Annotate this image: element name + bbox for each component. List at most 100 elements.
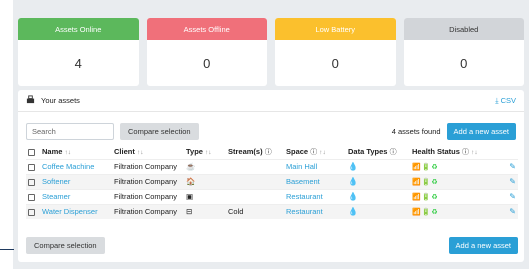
asset-client: Filtration Company (112, 158, 184, 174)
health-status-icons: 📶🔋♻ (410, 203, 498, 219)
home-icon: 🏠 (184, 173, 226, 189)
footer-compare-selection-button[interactable]: Compare selection (26, 237, 105, 254)
row-select-cell (26, 158, 40, 174)
sort-icon: ↑↓ (64, 149, 72, 157)
row-checkbox[interactable] (28, 193, 35, 201)
sort-icon: ↑↓ (205, 149, 212, 157)
water-drop-icon: 💧 (346, 188, 410, 204)
health-status-icons: 📶🔋♻ (410, 188, 498, 204)
stat-header: Disabled (403, 18, 524, 40)
col-name[interactable]: Name ↑↓ (40, 145, 112, 159)
col-health[interactable]: Health Status ⓘ ↑↓ (410, 145, 498, 159)
assets-panel-header: Your assets ⤓ CSV (18, 90, 524, 112)
assets-found-count: 4 assets found (391, 126, 441, 136)
health-status-icons: 📶🔋♻ (410, 173, 498, 189)
table-row: Steamer Filtration Company ▣ Restaurant … (26, 188, 518, 204)
stat-card-low-battery[interactable]: Low Battery 0 (275, 18, 396, 86)
water-drop-icon: 💧 (346, 173, 410, 189)
stat-value: 0 (460, 55, 468, 71)
footer-add-asset-button[interactable]: Add a new asset (448, 237, 518, 254)
col-health-label: Health Status (412, 146, 460, 156)
asset-name-link[interactable]: Water Dispenser (40, 203, 112, 219)
asset-stream (226, 188, 284, 204)
stat-card-offline[interactable]: Assets Offline 0 (146, 18, 267, 86)
health-status-icons: 📶🔋♻ (410, 158, 498, 174)
stat-value: 4 (74, 55, 82, 71)
steamer-icon: ▣ (184, 188, 226, 204)
col-data-types-label: Data Types (348, 146, 388, 156)
sort-icon: ↑↓ (319, 148, 326, 156)
col-space[interactable]: Space ⓘ ↑↓ (284, 145, 346, 159)
help-icon[interactable]: ⓘ (462, 149, 469, 156)
stat-card-online[interactable]: Assets Online 4 (18, 18, 139, 86)
col-name-label: Name (42, 147, 63, 157)
stat-header: Low Battery (275, 18, 396, 40)
col-type[interactable]: Type ↑↓ (184, 145, 226, 159)
col-streams-label: Stream(s) (228, 146, 263, 156)
csv-download-link[interactable]: ⤓ CSV (495, 96, 516, 106)
sidebar-edge (0, 249, 14, 250)
col-space-label: Space (286, 146, 309, 156)
asset-name-link[interactable]: Steamer (40, 188, 112, 204)
edit-icon[interactable]: ✎ (498, 158, 518, 174)
row-select-cell (26, 203, 40, 219)
asset-name-link[interactable]: Softener (40, 173, 112, 189)
add-asset-button[interactable]: Add a new asset (446, 122, 516, 140)
download-icon: ⤓ (495, 95, 499, 105)
stat-header: Assets Offline (146, 18, 267, 40)
status-summary: Assets Online 4 Assets Offline 0 Low Bat… (18, 18, 524, 86)
asset-client: Filtration Company (112, 203, 184, 219)
select-all-cell (26, 145, 40, 159)
sort-icon: ↑↓ (471, 148, 478, 156)
edit-icon[interactable]: ✎ (498, 173, 518, 189)
assets-title: Your assets (41, 96, 80, 105)
asset-stream (226, 158, 284, 174)
row-select-cell (26, 173, 40, 189)
col-type-label: Type (186, 147, 203, 157)
row-checkbox[interactable] (28, 163, 35, 171)
compare-selection-button[interactable]: Compare selection (120, 122, 199, 140)
coffee-icon: ☕ (184, 158, 226, 174)
water-drop-icon: 💧 (346, 158, 410, 174)
stat-value: 0 (203, 55, 211, 71)
asset-space-link[interactable]: Restaurant (284, 188, 346, 204)
help-icon[interactable]: ⓘ (390, 149, 397, 156)
stat-header: Assets Online (18, 18, 139, 40)
col-client-label: Client (114, 147, 135, 157)
row-checkbox[interactable] (28, 208, 35, 216)
asset-stream (226, 173, 284, 189)
assets-toolbar: Compare selection 4 assets found Add a n… (26, 122, 516, 140)
help-icon[interactable]: ⓘ (265, 149, 272, 156)
col-actions (498, 145, 518, 159)
col-streams: Stream(s) ⓘ (226, 145, 284, 159)
assets-footer: Compare selection Add a new asset (26, 237, 518, 254)
table-row: Softener Filtration Company 🏠 Basement 💧… (26, 173, 518, 189)
table-row: Coffee Machine Filtration Company ☕ Main… (26, 158, 518, 174)
sort-icon: ↑↓ (136, 149, 144, 157)
assets-icon (26, 95, 35, 106)
asset-client: Filtration Company (112, 188, 184, 204)
asset-space-link[interactable]: Main Hall (284, 158, 346, 174)
table-row: Water Dispenser Filtration Company ⊟ Col… (26, 203, 518, 219)
water-drop-icon: 💧 (346, 203, 410, 219)
asset-space-link[interactable]: Basement (284, 173, 346, 189)
assets-panel: Your assets ⤓ CSV Compare selection 4 as… (18, 90, 524, 262)
stat-card-disabled[interactable]: Disabled 0 (403, 18, 524, 86)
stat-value: 0 (331, 55, 339, 71)
asset-stream: Cold (226, 203, 284, 219)
table-header-row: Name ↑↓ Client ↑↓ Type ↑↓ Stream(s) ⓘ Sp… (26, 145, 518, 159)
dispenser-icon: ⊟ (184, 203, 226, 219)
asset-space-link[interactable]: Restaurant (284, 203, 346, 219)
col-data-types: Data Types ⓘ (346, 145, 410, 159)
csv-label: CSV (500, 96, 516, 105)
row-checkbox[interactable] (28, 178, 35, 186)
assets-table: Name ↑↓ Client ↑↓ Type ↑↓ Stream(s) ⓘ Sp… (26, 145, 518, 219)
edit-icon[interactable]: ✎ (498, 188, 518, 204)
help-icon[interactable]: ⓘ (310, 149, 317, 156)
search-input[interactable] (26, 122, 114, 140)
edit-icon[interactable]: ✎ (498, 203, 518, 219)
select-all-checkbox[interactable] (28, 148, 35, 156)
asset-name-link[interactable]: Coffee Machine (40, 158, 112, 174)
col-client[interactable]: Client ↑↓ (112, 145, 184, 159)
row-select-cell (26, 188, 40, 204)
